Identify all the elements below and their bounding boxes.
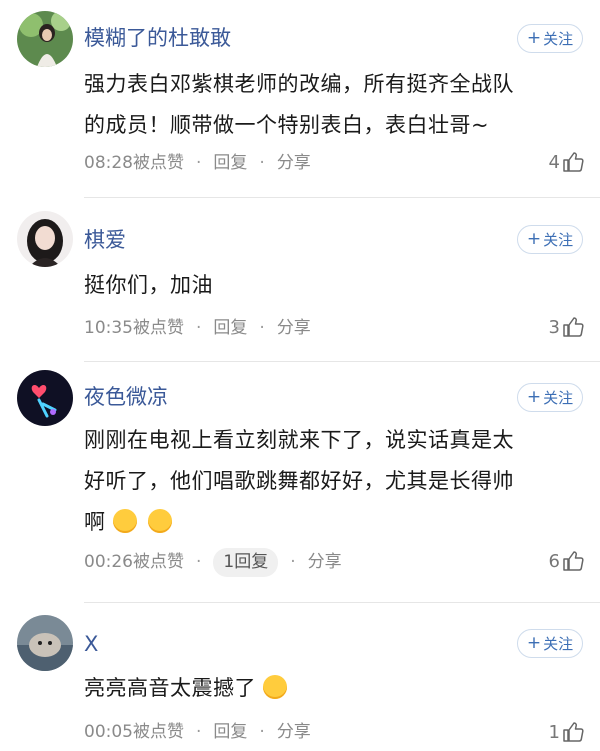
plus-icon: + [526,633,542,653]
timestamp: 08:28 [84,153,133,173]
reply-button[interactable]: 回复 [213,155,247,172]
like-count: 1 [548,721,560,743]
comment-meta: 00:26 被点赞 · 1回复 · 分享 [84,548,342,577]
comment-text: 亮亮高音太震撼了 [84,668,580,709]
reply-button[interactable]: 回复 [213,320,247,337]
follow-label: 关注 [543,231,574,249]
share-button[interactable]: 分享 [277,320,311,337]
avatar[interactable] [17,11,73,67]
comment-line: 好听了，他们唱歌跳舞都好好，尤其是长得帅 [84,469,514,493]
comment-meta: 08:28 被点赞 · 回复 · 分享 [84,153,311,173]
plus-icon: + [526,229,542,249]
username[interactable]: X [84,634,98,655]
comment-text: 挺你们，加油 [84,265,580,306]
liked-label: 被点赞 [133,153,184,173]
comment-item: 夜色微凉 + 关注 刚刚在电视上看立刻就来下了，说实话真是太 好听了，他们唱歌跳… [0,362,600,602]
like-button[interactable]: 3 [549,316,584,338]
follow-label: 关注 [543,389,574,407]
comment-meta: 00:05 被点赞 · 回复 · 分享 [84,722,311,742]
follow-button[interactable]: + 关注 [517,383,583,412]
tears-of-joy-emoji [263,675,288,699]
like-button[interactable]: 1 [549,721,584,743]
follow-button[interactable]: + 关注 [517,629,583,658]
like-count: 4 [548,151,560,173]
smiling-face-emoji [147,509,172,533]
share-button[interactable]: 分享 [308,554,342,571]
plus-icon: + [526,387,542,407]
follow-label: 关注 [543,635,574,653]
comment-item: X + 关注 亮亮高音太震撼了 00:05 被点赞 · 回复 · 分享 1 [0,603,600,751]
share-button[interactable]: 分享 [277,724,311,741]
smiling-face-emoji [112,509,137,533]
like-count: 6 [548,550,560,572]
like-count: 3 [548,316,560,338]
thumbs-up-icon [563,722,584,742]
liked-label: 被点赞 [133,722,184,742]
liked-label: 被点赞 [133,318,184,338]
comment-line: 挺你们，加油 [84,273,213,297]
comment-item: 模糊了的杜敢敢 + 关注 强力表白邓紫棋老师的改编，所有挺齐全战队 的成员！顺带… [0,0,600,197]
follow-label: 关注 [543,30,574,48]
username[interactable]: 模糊了的杜敢敢 [84,28,231,49]
username[interactable]: 夜色微凉 [84,387,168,408]
follow-button[interactable]: + 关注 [517,24,583,53]
like-button[interactable]: 6 [549,550,584,572]
thumbs-up-icon [563,152,584,172]
timestamp: 10:35 [84,318,133,338]
avatar[interactable] [17,370,73,426]
comment-item: 棋爱 + 关注 挺你们，加油 10:35 被点赞 · 回复 · 分享 3 [0,198,600,361]
liked-label: 被点赞 [133,552,184,572]
timestamp: 00:05 [84,722,133,742]
reply-button[interactable]: 回复 [213,724,247,741]
comment-line: 刚刚在电视上看立刻就来下了，说实话真是太 [84,428,514,452]
share-button[interactable]: 分享 [277,155,311,172]
thumbs-up-icon [563,317,584,337]
reply-button[interactable]: 1回复 [213,548,279,577]
timestamp: 00:26 [84,552,133,572]
comment-text: 强力表白邓紫棋老师的改编，所有挺齐全战队 的成员！顺带做一个特别表白，表白壮哥~ [84,64,580,146]
comment-meta: 10:35 被点赞 · 回复 · 分享 [84,318,311,338]
comment-line: 的成员！顺带做一个特别表白，表白壮哥~ [84,113,490,137]
follow-button[interactable]: + 关注 [517,225,583,254]
avatar[interactable] [17,615,73,671]
comment-line: 啊 [84,510,106,534]
comment-text: 刚刚在电视上看立刻就来下了，说实话真是太 好听了，他们唱歌跳舞都好好，尤其是长得… [84,420,580,543]
plus-icon: + [526,28,542,48]
like-button[interactable]: 4 [549,151,584,173]
comment-line: 强力表白邓紫棋老师的改编，所有挺齐全战队 [84,72,514,96]
avatar[interactable] [17,211,73,267]
thumbs-up-icon [563,551,584,571]
username[interactable]: 棋爱 [84,230,126,251]
comment-line: 亮亮高音太震撼了 [84,676,256,700]
